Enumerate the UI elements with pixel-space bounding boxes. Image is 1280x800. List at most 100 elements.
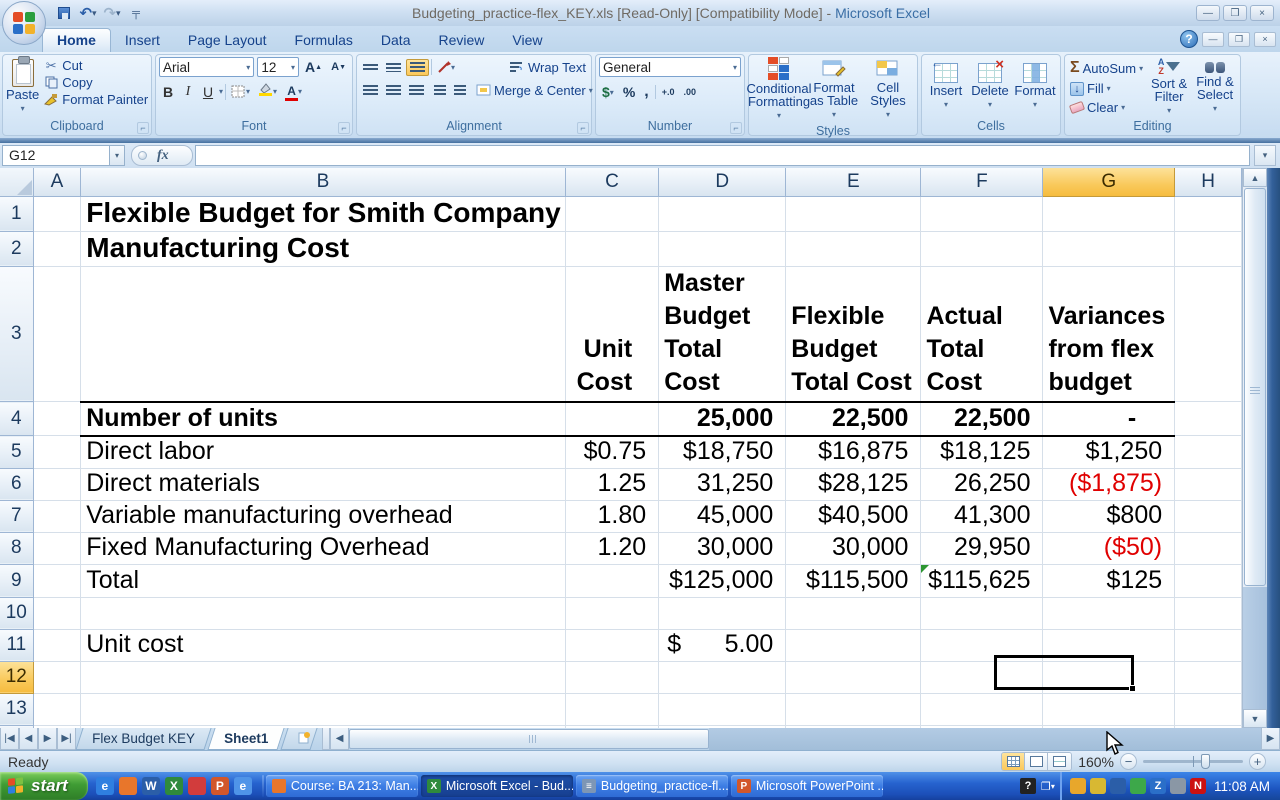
cell-C10[interactable] <box>565 597 658 629</box>
horizontal-scrollbar-thumb[interactable] <box>349 729 709 749</box>
tab-page-layout[interactable]: Page Layout <box>174 29 281 52</box>
task-button-excel[interactable]: XMicrosoft Excel - Bud... <box>421 775 573 797</box>
quick-launch-keys[interactable] <box>188 777 206 795</box>
cell-H2[interactable] <box>1175 231 1242 266</box>
workbook-minimize-button[interactable]: — <box>1202 32 1224 47</box>
cell-E3[interactable]: Flexible Budget Total Cost <box>786 266 921 402</box>
undo-button[interactable]: ↶ ▾ <box>78 4 98 22</box>
cell-G10[interactable] <box>1043 597 1175 629</box>
cell-C11[interactable] <box>565 629 658 661</box>
align-bottom-button[interactable] <box>406 59 429 76</box>
alignment-dialog-launcher[interactable]: ⌐ <box>577 122 589 134</box>
insert-worksheet-button[interactable] <box>281 728 318 750</box>
cell-H3[interactable] <box>1175 266 1242 402</box>
language-indicator[interactable]: ? <box>1020 778 1036 794</box>
cell-E5[interactable]: $16,875 <box>786 436 921 469</box>
save-button[interactable] <box>54 4 74 22</box>
cell-B6[interactable]: Direct materials <box>81 468 565 500</box>
cell-E10[interactable] <box>786 597 921 629</box>
cell-H5[interactable] <box>1175 436 1242 469</box>
column-header-D[interactable]: D <box>659 168 786 196</box>
cell-H7[interactable] <box>1175 500 1242 532</box>
cell-D10[interactable] <box>659 597 786 629</box>
quick-launch-internet-explorer[interactable]: e <box>96 777 114 795</box>
column-header-H[interactable]: H <box>1175 168 1242 196</box>
quick-launch-firefox[interactable] <box>119 777 137 795</box>
cell-H9[interactable] <box>1175 564 1242 597</box>
cell-C1[interactable] <box>565 196 658 231</box>
shrink-font-button[interactable]: A▼ <box>328 57 349 77</box>
fill-color-button[interactable]: ▾ <box>255 80 280 103</box>
grow-font-button[interactable]: A▲ <box>302 57 325 77</box>
cell-H11[interactable] <box>1175 629 1242 661</box>
cell-C4[interactable] <box>565 402 658 436</box>
cell-G13[interactable] <box>1043 693 1175 725</box>
row-header-9[interactable]: 9 <box>0 564 33 597</box>
format-cells-button[interactable]: Format▾ <box>1013 57 1057 117</box>
merge-center-button[interactable]: Merge & Center▾ <box>473 82 595 99</box>
cell-A6[interactable] <box>33 468 81 500</box>
row-header-5[interactable]: 5 <box>0 436 33 469</box>
cell-G7[interactable]: $800 <box>1043 500 1175 532</box>
comma-style-button[interactable]: , <box>641 81 651 103</box>
cell-B12[interactable] <box>81 661 565 693</box>
cell-D2[interactable] <box>659 231 786 266</box>
cell-B1[interactable]: Flexible Budget for Smith Company <box>81 196 565 231</box>
cell-B2[interactable]: Manufacturing Cost <box>81 231 565 266</box>
row-header-3[interactable]: 3 <box>0 266 33 402</box>
tab-data[interactable]: Data <box>367 29 425 52</box>
cell-C9[interactable] <box>565 564 658 597</box>
clipboard-dialog-launcher[interactable]: ⌐ <box>137 122 149 134</box>
redo-button[interactable]: ↷ ▾ <box>102 4 122 22</box>
cell-F12[interactable] <box>921 661 1043 693</box>
cell-A10[interactable] <box>33 597 81 629</box>
find-select-button[interactable]: Find & Select▾ <box>1193 57 1237 117</box>
tab-split-handle[interactable] <box>322 728 330 750</box>
cell-G11[interactable] <box>1043 629 1175 661</box>
tab-view[interactable]: View <box>498 29 556 52</box>
name-box[interactable]: G12 <box>2 145 110 166</box>
cell-D8[interactable]: 30,000 <box>659 532 786 564</box>
align-top-button[interactable] <box>360 62 381 73</box>
row-header-13[interactable]: 13 <box>0 693 33 725</box>
customize-qat-button[interactable]: ╤ <box>126 4 146 22</box>
cell-F2[interactable] <box>921 231 1043 266</box>
task-button-powerpoint[interactable]: PMicrosoft PowerPoint ... <box>731 775 883 797</box>
formula-input[interactable] <box>195 145 1250 166</box>
cell-B13[interactable] <box>81 693 565 725</box>
cell-E2[interactable] <box>786 231 921 266</box>
horizontal-scrollbar[interactable]: ◀ ▶ <box>322 728 1280 750</box>
vertical-scrollbar-thumb[interactable] <box>1244 188 1266 586</box>
cell-C2[interactable] <box>565 231 658 266</box>
show-hidden-icons-button[interactable]: ❐ ▾ <box>1040 778 1056 794</box>
cell-H13[interactable] <box>1175 693 1242 725</box>
cell-G1[interactable] <box>1043 196 1175 231</box>
cell-D6[interactable]: 31,250 <box>659 468 786 500</box>
horizontal-scrollbar-track[interactable] <box>709 728 1261 750</box>
vertical-scrollbar[interactable]: ▲ ▼ <box>1242 168 1267 728</box>
font-size-combo[interactable]: 12▾ <box>257 57 299 77</box>
cell-E12[interactable] <box>786 661 921 693</box>
scroll-up-button[interactable]: ▲ <box>1243 168 1267 187</box>
column-header-A[interactable]: A <box>33 168 81 196</box>
tray-icon-norton[interactable]: N <box>1190 778 1206 794</box>
cell-G9[interactable]: $125 <box>1043 564 1175 597</box>
tray-icon-agent[interactable] <box>1070 778 1086 794</box>
cell-A3[interactable] <box>33 266 81 402</box>
delete-cells-button[interactable]: Delete▾ <box>969 57 1011 117</box>
cell-G6[interactable]: ($1,875) <box>1043 468 1175 500</box>
decrease-indent-button[interactable] <box>431 83 449 98</box>
increase-decimal-button[interactable]: +.0 <box>659 85 678 99</box>
first-sheet-button[interactable]: |◀ <box>0 728 19 750</box>
cell-H4[interactable] <box>1175 402 1242 436</box>
zoom-slider-thumb[interactable] <box>1201 754 1210 769</box>
cell-G12[interactable] <box>1043 661 1175 693</box>
restore-button[interactable]: ❒ <box>1223 5 1247 21</box>
borders-button[interactable]: ▾ <box>228 83 253 101</box>
tab-insert[interactable]: Insert <box>111 29 174 52</box>
cell-H6[interactable] <box>1175 468 1242 500</box>
cell-C7[interactable]: 1.80 <box>565 500 658 532</box>
cell-E6[interactable]: $28,125 <box>786 468 921 500</box>
row-header-12[interactable]: 12 <box>0 661 33 693</box>
cell-F3[interactable]: Actual Total Cost <box>921 266 1043 402</box>
